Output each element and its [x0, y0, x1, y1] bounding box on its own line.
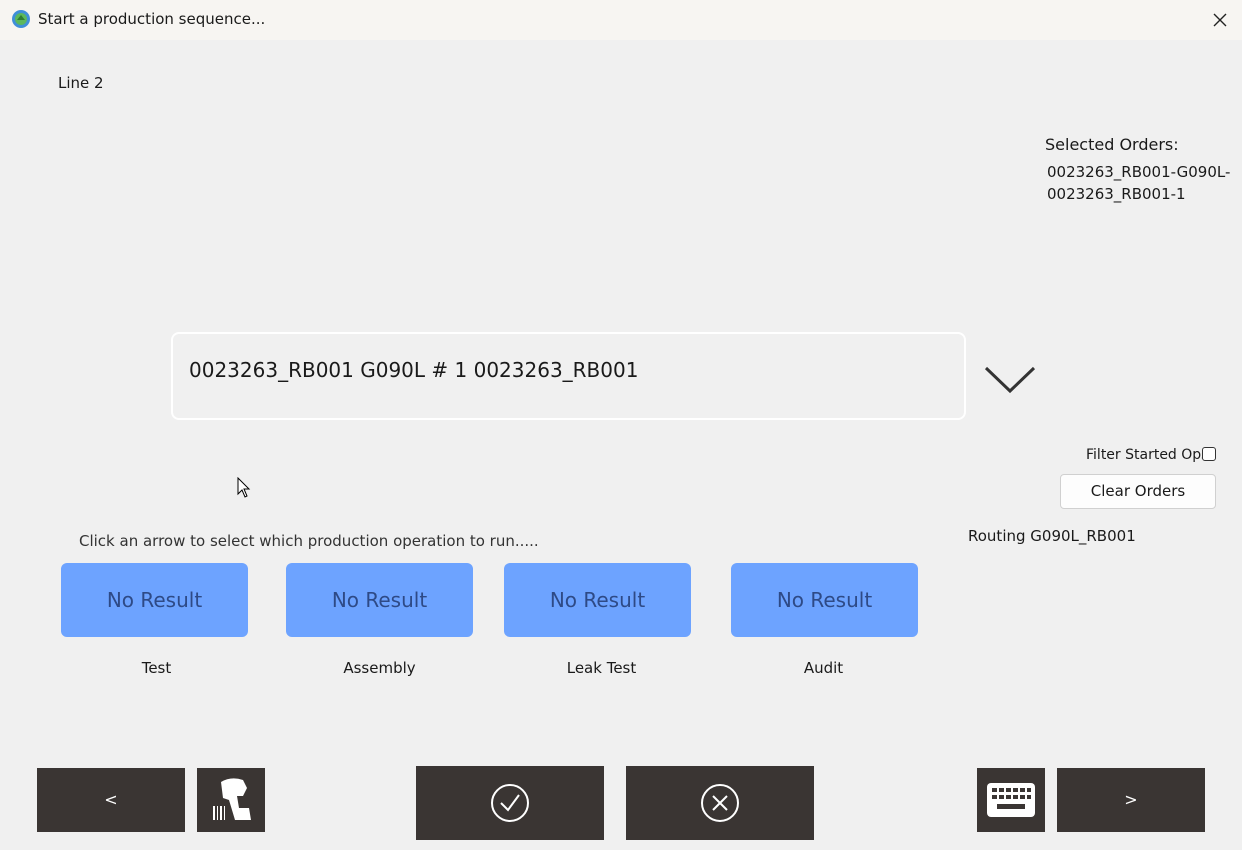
operation-label-assembly: Assembly [343, 659, 416, 677]
instruction-text: Click an arrow to select which productio… [79, 532, 539, 550]
operation-select-value: 0023263_RB001 G090L # 1 0023263_RB001 [189, 358, 639, 382]
previous-label: < [104, 790, 118, 809]
operation-button-audit[interactable]: No Result [731, 563, 918, 637]
line-label: Line 2 [58, 74, 104, 92]
operation-button-test[interactable]: No Result [61, 563, 248, 637]
next-label: > [1124, 790, 1138, 809]
filter-started-ops-label: Filter Started Ops [1086, 447, 1209, 463]
next-button[interactable]: > [1057, 768, 1205, 832]
operation-label-audit: Audit [803, 659, 844, 677]
routing-label: Routing G090L_RB001 [968, 527, 1136, 545]
title-bar: Start a production sequence... [0, 0, 1242, 40]
keyboard-button[interactable] [977, 768, 1045, 832]
keyboard-icon [987, 783, 1035, 817]
check-icon [491, 784, 529, 822]
confirm-button[interactable] [416, 766, 604, 840]
operation-button-leak-test[interactable]: No Result [504, 563, 691, 637]
selected-orders-title: Selected Orders: [1045, 135, 1179, 154]
chevron-down-icon[interactable] [984, 362, 1036, 396]
cancel-button[interactable] [626, 766, 814, 840]
barcode-scanner-icon [213, 778, 251, 820]
close-icon [1213, 13, 1227, 27]
selected-order-line: 0023263_RB001-G090L- [1047, 163, 1231, 181]
app-icon [12, 10, 30, 28]
previous-button[interactable]: < [37, 768, 185, 832]
close-button[interactable] [1206, 6, 1234, 34]
window-title: Start a production sequence... [38, 10, 266, 28]
operation-button-assembly[interactable]: No Result [286, 563, 473, 637]
operation-select[interactable]: 0023263_RB001 G090L # 1 0023263_RB001 [171, 332, 966, 420]
clear-orders-button[interactable]: Clear Orders [1060, 474, 1216, 509]
barcode-scan-button[interactable] [197, 768, 265, 832]
selected-order-line: 0023263_RB001-1 [1047, 185, 1186, 203]
filter-started-ops-checkbox[interactable] [1202, 447, 1216, 461]
mouse-cursor-icon [237, 477, 251, 498]
cancel-icon [701, 784, 739, 822]
operation-label-test: Test [141, 659, 172, 677]
operation-label-leak-test: Leak Test [566, 659, 637, 677]
